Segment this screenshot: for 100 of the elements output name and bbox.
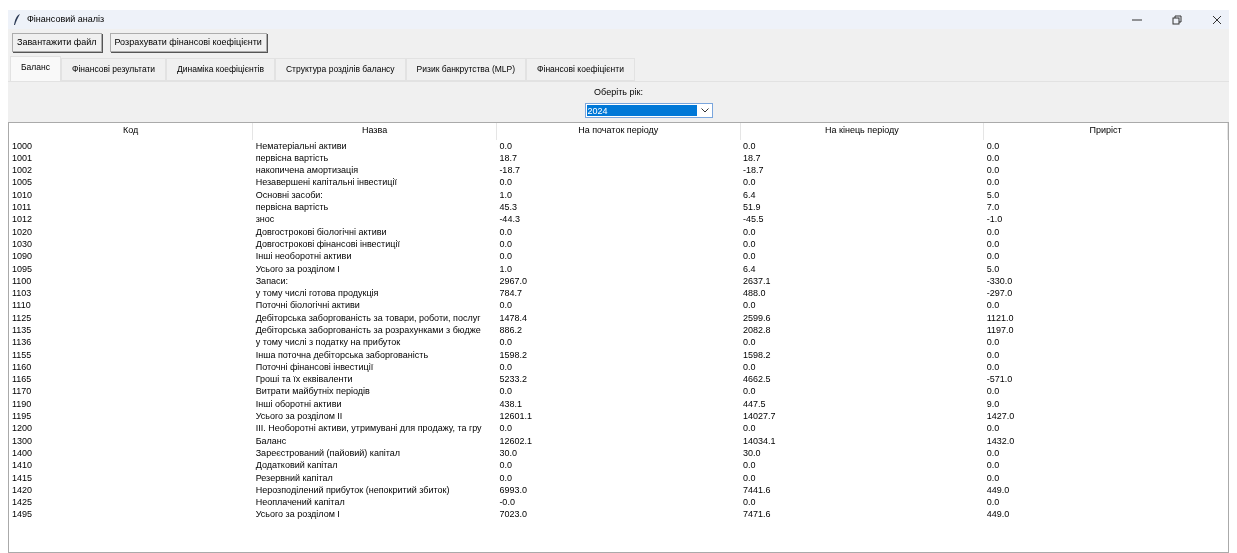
table-cell-text: 1400 xyxy=(11,446,34,460)
table-cell-text: 449.0 xyxy=(985,483,1011,497)
table-cell-text: 0.0 xyxy=(742,336,757,349)
close-button[interactable] xyxy=(1211,13,1223,26)
table-cell: 1000 xyxy=(9,139,253,152)
table-cell-text: 1170 xyxy=(11,385,33,398)
table-cell-text: -330.0 xyxy=(985,274,1014,288)
table-cell-text: 1165 xyxy=(11,373,33,386)
column-header[interactable]: Код xyxy=(9,123,253,140)
table-cell-text: 1135 xyxy=(11,324,33,337)
table-cell-text: 0.0 xyxy=(985,299,1001,312)
table-cell-text: Основні засоби: xyxy=(254,188,324,202)
table-cell-text: 0.0 xyxy=(985,459,1001,472)
toolbar-button[interactable]: Розрахувати фінансові коефіцієнти xyxy=(109,33,267,52)
table-cell-text: 1420 xyxy=(11,483,34,497)
table-cell-text: Нерозподілений прибуток (непокритий збиток) xyxy=(254,483,451,497)
table-cell-text: первісна вартість xyxy=(254,201,330,214)
table-cell-text: 1160 xyxy=(11,360,33,374)
table-cell-text: 9.0 xyxy=(985,397,1001,411)
table-cell-text: 1300 xyxy=(11,434,34,447)
table-cell-text: 0.0 xyxy=(498,471,513,484)
table-cell-text: Усього за розділом I xyxy=(254,508,341,521)
table-cell-text: 14027.7 xyxy=(742,410,777,423)
tab[interactable]: Ризик банкрутства (MLP) xyxy=(405,57,527,81)
column-header[interactable]: На кінець періоду xyxy=(740,123,984,140)
table-cell-text: 18.7 xyxy=(498,151,518,165)
table-cell-text: 1001 xyxy=(11,151,34,165)
year-dropdown[interactable]: 2024 xyxy=(584,103,713,119)
table-cell-text: 886.2 xyxy=(498,324,523,337)
table-cell-text: 1200 xyxy=(11,422,34,435)
table-cell-text: 1012 xyxy=(11,213,34,226)
restore-button[interactable] xyxy=(1171,13,1183,26)
table-cell-text: у тому числі з податку на прибуток xyxy=(254,336,402,349)
table-cell-text: 1.0 xyxy=(498,262,513,275)
table-cell-text: 1427.0 xyxy=(985,410,1016,423)
table-cell-text: 0.0 xyxy=(742,176,757,189)
table-cell-text: 1432.0 xyxy=(985,434,1016,447)
table-cell-text: 0.0 xyxy=(985,225,1001,238)
table-cell-text: -1.0 xyxy=(985,213,1004,226)
tab[interactable]: Динаміка коефіцієнтів xyxy=(166,57,275,81)
table-cell-text: 1103 xyxy=(11,287,33,300)
tab[interactable]: Фінансові результати xyxy=(60,57,167,81)
table-cell-text: знос xyxy=(254,213,276,226)
table-cell-text: 0.0 xyxy=(985,422,1001,435)
table-cell-text: 2637.1 xyxy=(742,274,772,288)
table-cell-text: Довгострокові біологічні активи xyxy=(254,225,388,238)
table-cell-text: 0.0 xyxy=(985,176,1001,189)
table-cell-text: 30.0 xyxy=(498,446,518,460)
table-cell-text: 447.5 xyxy=(742,397,767,411)
table-cell-text: -44.3 xyxy=(498,213,521,226)
table-cell-text: 2082.8 xyxy=(742,324,772,337)
table-cell-text: 1011 xyxy=(11,201,33,214)
table-cell-text: Поточні фінансові інвестиції xyxy=(254,360,375,374)
table-cell-text: 1095 xyxy=(11,262,34,275)
table-cell-text: 0.0 xyxy=(742,225,757,238)
table-cell-text: Усього за розділом I xyxy=(254,262,341,275)
table-cell-text: 1410 xyxy=(11,459,34,472)
close-icon xyxy=(1212,14,1222,25)
table-cell-text: 0.0 xyxy=(742,496,757,509)
table-cell-text: 0.0 xyxy=(985,336,1001,349)
chevron-down-icon xyxy=(700,108,709,114)
table-cell-text: 1478.4 xyxy=(498,311,528,324)
table-cell-text: Інша поточна дебіторська заборгованість xyxy=(254,348,430,361)
table-cell-text: 0.0 xyxy=(985,385,1001,398)
table-cell-text: 1495 xyxy=(11,508,34,521)
table-cell-text: 0.0 xyxy=(742,471,757,484)
table-cell-text: 1002 xyxy=(11,164,34,177)
table-cell-text: 488.0 xyxy=(742,287,767,300)
table-cell-text: Додатковий капітал xyxy=(254,459,339,472)
table-cell-text: 0.0 xyxy=(742,385,757,398)
column-header[interactable]: На початок періоду xyxy=(496,123,741,140)
table-cell-text: 0.0 xyxy=(742,299,757,312)
table-cell-text: 1598.2 xyxy=(498,348,528,361)
table-cell-text: 0.0 xyxy=(498,360,513,374)
table-cell-text: Неоплачений капітал xyxy=(254,496,346,509)
column-header[interactable]: Назва xyxy=(252,123,497,140)
table-cell-text: 0.0 xyxy=(985,348,1001,361)
table-cell-text: 1005 xyxy=(11,176,34,189)
table-cell-text: -18.7 xyxy=(742,164,765,177)
table-cell-text: Витрати майбутніх періодів xyxy=(254,385,371,398)
tab[interactable]: Структура розділів балансу xyxy=(274,57,406,81)
table-cell-text: 0.0 xyxy=(498,299,513,312)
tab[interactable]: Фінансові коефіцієнти xyxy=(526,57,635,81)
table-cell-text: 0.0 xyxy=(985,164,1001,177)
tab[interactable]: Баланс xyxy=(10,55,61,81)
table-cell-text: 1190 xyxy=(11,397,33,411)
table-cell-text: 1425 xyxy=(11,496,34,509)
table-cell-text: 6993.0 xyxy=(498,483,528,497)
table-cell-text: Інші необоротні активи xyxy=(254,250,353,263)
table-cell-text: 0.0 xyxy=(498,385,513,398)
table-cell-text: -18.7 xyxy=(498,164,521,177)
table-cell-text: 0.0 xyxy=(498,237,513,251)
feather-icon xyxy=(14,14,21,25)
table-cell-text: 784.7 xyxy=(498,287,523,300)
table-cell-text: Дебіторська заборгованість за розрахунками з бюдже xyxy=(254,324,482,337)
toolbar-button[interactable]: Завантажити файл xyxy=(12,33,102,52)
table-cell: 0.0 xyxy=(983,139,1228,152)
table-cell-text: 6.4 xyxy=(742,188,757,202)
column-header[interactable]: Приріст xyxy=(983,123,1228,140)
table-cell-text: 12602.1 xyxy=(498,434,533,447)
